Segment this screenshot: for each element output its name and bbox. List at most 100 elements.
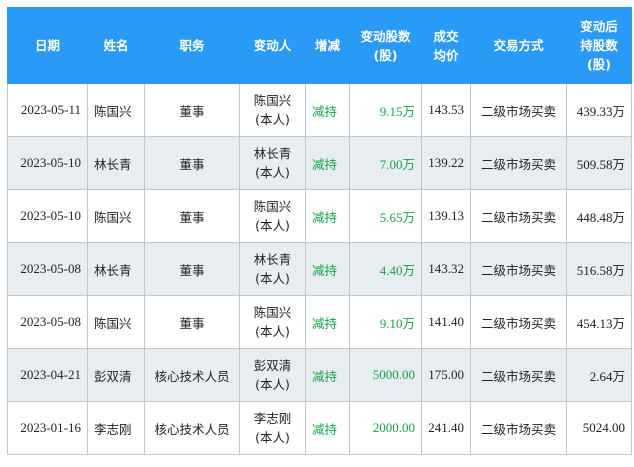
hold-unit: 万 — [612, 315, 625, 331]
cell-hold: 2.64万 — [566, 348, 632, 402]
qty-value: 5.65 — [379, 209, 403, 225]
table-row: 2023-04-21 彭双清 核心技术人员 彭双清 (本人) 减持 5000.00… — [7, 348, 632, 402]
header-date: 日期 — [7, 7, 88, 84]
cell-changer: 林长青 (本人) — [239, 242, 306, 296]
changer-note: (本人) — [255, 271, 290, 286]
change-value: 减持 — [312, 368, 338, 384]
header-change: 增减 — [305, 7, 350, 84]
cell-change: 减持 — [305, 295, 350, 349]
changer-note: (本人) — [255, 165, 290, 180]
qty-unit: 万 — [402, 262, 415, 278]
cell-name: 陈国兴 — [87, 189, 145, 243]
qty-value: 9.15 — [379, 103, 403, 119]
qty-unit: 万 — [402, 209, 415, 225]
changer-note: (本人) — [255, 112, 290, 127]
cell-date: 2023-04-21 — [7, 348, 88, 402]
cell-method: 二级市场买卖 — [470, 83, 567, 137]
qty-value: 4.40 — [379, 262, 403, 278]
cell-date: 2023-05-10 — [7, 136, 88, 190]
cell-date: 2023-05-08 — [7, 295, 88, 349]
cell-changer: 陈国兴 (本人) — [239, 189, 306, 243]
cell-price: 139.22 — [421, 136, 471, 190]
change-value: 减持 — [312, 209, 338, 225]
cell-position: 核心技术人员 — [144, 401, 240, 455]
qty-unit: 万 — [402, 103, 415, 119]
cell-qty: 5.65万 — [349, 189, 422, 243]
change-value: 减持 — [312, 315, 338, 331]
cell-date: 2023-05-11 — [7, 83, 88, 137]
cell-qty: 7.00万 — [349, 136, 422, 190]
cell-changer: 陈国兴 (本人) — [239, 295, 306, 349]
hold-value: 509.58 — [576, 156, 613, 172]
qty-value: 7.00 — [379, 156, 403, 172]
cell-qty: 9.15万 — [349, 83, 422, 137]
changer-name: 陈国兴 — [253, 93, 292, 108]
cell-position: 董事 — [144, 189, 240, 243]
changer-note: (本人) — [255, 377, 290, 392]
cell-qty: 5000.00 — [349, 348, 422, 402]
cell-change: 减持 — [305, 242, 350, 296]
cell-hold: 5024.00 — [566, 401, 632, 455]
changer-name: 彭双清 — [253, 358, 292, 373]
changer-note: (本人) — [255, 218, 290, 233]
qty-unit: 万 — [402, 315, 415, 331]
change-value: 减持 — [312, 421, 338, 437]
cell-method: 二级市场买卖 — [470, 242, 567, 296]
cell-qty: 4.40万 — [349, 242, 422, 296]
cell-price: 143.53 — [421, 83, 471, 137]
cell-change: 减持 — [305, 348, 350, 402]
cell-hold: 448.48万 — [566, 189, 632, 243]
cell-qty: 9.10万 — [349, 295, 422, 349]
cell-position: 董事 — [144, 83, 240, 137]
cell-date: 2023-05-10 — [7, 189, 88, 243]
cell-name: 陈国兴 — [87, 83, 145, 137]
cell-price: 143.32 — [421, 242, 471, 296]
hold-value: 448.48 — [576, 209, 613, 225]
cell-position: 董事 — [144, 136, 240, 190]
header-hold: 变动后 持股数 (股) — [566, 7, 632, 84]
cell-changer: 彭双清 (本人) — [239, 348, 306, 402]
hold-value: 516.58 — [576, 262, 613, 278]
hold-value: 5024.00 — [582, 420, 625, 435]
hold-unit: 万 — [612, 103, 625, 119]
table-container: 日期 姓名 职务 变动人 增减 变动股数 (股) 成交 均价 交易方式 变动后 … — [7, 7, 632, 455]
cell-price: 141.40 — [421, 295, 471, 349]
qty-value: 2000.00 — [372, 420, 415, 435]
header-qty: 变动股数 (股) — [349, 7, 422, 84]
hold-value: 439.33 — [576, 103, 613, 119]
cell-change: 减持 — [305, 189, 350, 243]
hold-unit: 万 — [612, 156, 625, 172]
cell-method: 二级市场买卖 — [470, 348, 567, 402]
cell-position: 核心技术人员 — [144, 348, 240, 402]
cell-hold: 516.58万 — [566, 242, 632, 296]
header-method: 交易方式 — [470, 7, 567, 84]
cell-name: 林长青 — [87, 136, 145, 190]
cell-changer: 李志刚 (本人) — [239, 401, 306, 455]
cell-name: 陈国兴 — [87, 295, 145, 349]
changer-note: (本人) — [255, 324, 290, 339]
hold-value: 2.64 — [589, 368, 613, 384]
cell-changer: 陈国兴 (本人) — [239, 83, 306, 137]
cell-method: 二级市场买卖 — [470, 136, 567, 190]
cell-date: 2023-05-08 — [7, 242, 88, 296]
hold-unit: 万 — [612, 209, 625, 225]
hold-unit: 万 — [612, 368, 625, 384]
qty-value: 9.10 — [379, 315, 403, 331]
changer-name: 陈国兴 — [253, 305, 292, 320]
qty-unit: 万 — [402, 156, 415, 172]
table-row: 2023-05-10 陈国兴 董事 陈国兴 (本人) 减持 5.65万 139.1… — [7, 189, 632, 243]
header-changer: 变动人 — [239, 7, 306, 84]
change-value: 减持 — [312, 103, 338, 119]
insider-trading-table: 日期 姓名 职务 变动人 增减 变动股数 (股) 成交 均价 交易方式 变动后 … — [7, 7, 632, 455]
cell-price: 175.00 — [421, 348, 471, 402]
changer-name: 林长青 — [253, 252, 292, 267]
changer-name: 李志刚 — [253, 411, 292, 426]
change-value: 减持 — [312, 262, 338, 278]
cell-qty: 2000.00 — [349, 401, 422, 455]
header-price: 成交 均价 — [421, 7, 471, 84]
hold-value: 454.13 — [576, 315, 613, 331]
cell-hold: 454.13万 — [566, 295, 632, 349]
cell-date: 2023-01-16 — [7, 401, 88, 455]
table-row: 2023-05-10 林长青 董事 林长青 (本人) 减持 7.00万 139.2… — [7, 136, 632, 190]
header-name: 姓名 — [87, 7, 145, 84]
